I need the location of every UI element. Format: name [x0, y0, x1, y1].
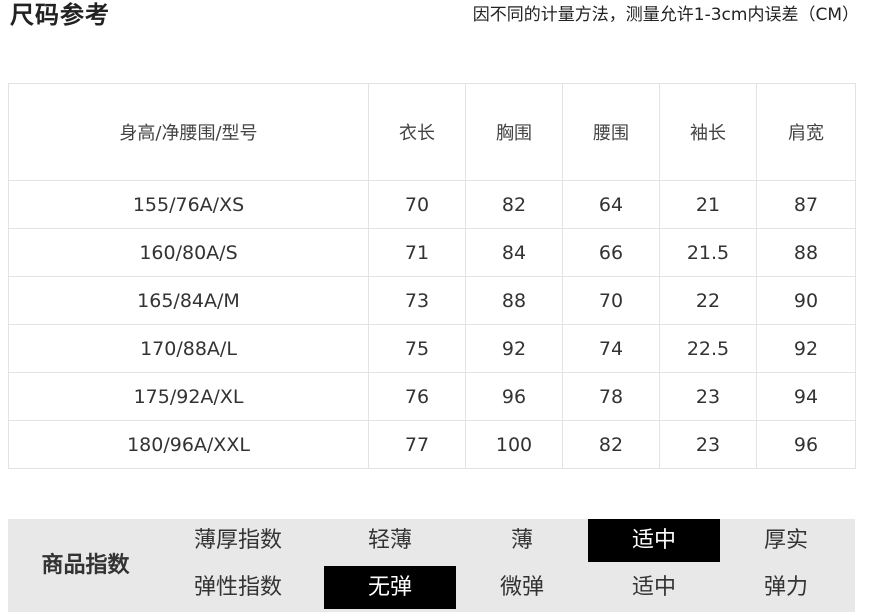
thickness-option: 薄	[510, 528, 533, 553]
table-row: 180/96A/XXL 77 100 82 23 96	[8, 420, 856, 469]
header-size: 身高/净腰围/型号	[8, 83, 369, 181]
header-chest: 胸围	[465, 83, 563, 181]
table-row: 155/76A/XS 70 82 64 21 87	[8, 180, 856, 229]
header-shoulder: 肩宽	[756, 83, 856, 181]
thickness-index-name: 薄厚指数	[193, 528, 282, 553]
product-index-panel: 商品指数 薄厚指数 轻薄 薄 适中 厚实 弹性指数 无弹 微弹 适中 弹力	[8, 519, 855, 612]
cell-waist: 74	[562, 324, 660, 373]
cell-sleeve: 23	[659, 420, 757, 469]
cell-shoulder: 92	[756, 324, 856, 373]
elasticity-option: 适中	[631, 575, 676, 600]
cell-length: 76	[368, 372, 466, 421]
product-index-label: 商品指数	[41, 553, 130, 578]
size-table-header-row: 身高/净腰围/型号 衣长 胸围 腰围 袖长 肩宽	[8, 83, 856, 181]
cell-size: 155/76A/XS	[8, 180, 369, 229]
table-row: 165/84A/M 73 88 70 22 90	[8, 276, 856, 325]
header-waist: 腰围	[562, 83, 660, 181]
cell-sleeve: 21	[659, 180, 757, 229]
cell-length: 73	[368, 276, 466, 325]
cell-waist: 78	[562, 372, 660, 421]
table-row: 160/80A/S 71 84 66 21.5 88	[8, 228, 856, 277]
cell-shoulder: 96	[756, 420, 856, 469]
cell-size: 175/92A/XL	[8, 372, 369, 421]
cell-chest: 92	[465, 324, 563, 373]
cell-shoulder: 88	[756, 228, 856, 277]
cell-length: 71	[368, 228, 466, 277]
cell-length: 77	[368, 420, 466, 469]
cell-size: 180/96A/XXL	[8, 420, 369, 469]
cell-chest: 84	[465, 228, 563, 277]
table-row: 175/92A/XL 76 96 78 23 94	[8, 372, 856, 421]
cell-size: 165/84A/M	[8, 276, 369, 325]
cell-sleeve: 23	[659, 372, 757, 421]
thickness-option: 适中	[588, 519, 720, 562]
cell-waist: 64	[562, 180, 660, 229]
cell-chest: 88	[465, 276, 563, 325]
header-length: 衣长	[368, 83, 466, 181]
elasticity-index-name: 弹性指数	[193, 575, 282, 600]
cell-sleeve: 21.5	[659, 228, 757, 277]
cell-sleeve: 22.5	[659, 324, 757, 373]
table-row: 170/88A/L 75 92 74 22.5 92	[8, 324, 856, 373]
measurement-note: 因不同的计量方法，测量允许1-3cm内误差（CM）	[472, 5, 859, 25]
size-table: 身高/净腰围/型号 衣长 胸围 腰围 袖长 肩宽 155/76A/XS 70 8…	[8, 83, 856, 469]
cell-waist: 70	[562, 276, 660, 325]
elasticity-option: 无弹	[324, 566, 456, 609]
cell-waist: 66	[562, 228, 660, 277]
cell-length: 75	[368, 324, 466, 373]
cell-size: 170/88A/L	[8, 324, 369, 373]
thickness-index-row: 薄厚指数 轻薄 薄 适中 厚实	[163, 519, 855, 565]
header-sleeve: 袖长	[659, 83, 757, 181]
cell-sleeve: 22	[659, 276, 757, 325]
elasticity-index-row: 弹性指数 无弹 微弹 适中 弹力	[163, 566, 855, 612]
cell-chest: 82	[465, 180, 563, 229]
cell-chest: 96	[465, 372, 563, 421]
cell-length: 70	[368, 180, 466, 229]
elasticity-option: 微弹	[499, 575, 544, 600]
page-title: 尺码参考	[10, 1, 110, 29]
cell-waist: 82	[562, 420, 660, 469]
cell-size: 160/80A/S	[8, 228, 369, 277]
elasticity-option: 弹力	[763, 575, 808, 600]
thickness-option: 厚实	[763, 528, 808, 553]
cell-shoulder: 94	[756, 372, 856, 421]
cell-chest: 100	[465, 420, 563, 469]
cell-shoulder: 87	[756, 180, 856, 229]
cell-shoulder: 90	[756, 276, 856, 325]
thickness-option: 轻薄	[367, 528, 412, 553]
